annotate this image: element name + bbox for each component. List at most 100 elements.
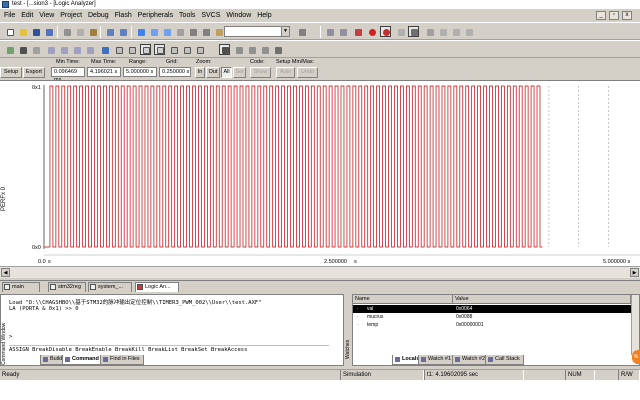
disassembly-button[interactable] xyxy=(126,44,137,55)
restore-button[interactable]: ▫ xyxy=(609,11,619,20)
menu-window[interactable]: Window xyxy=(226,9,251,22)
copy-button[interactable] xyxy=(74,26,85,37)
clear-bookmarks-button[interactable] xyxy=(174,26,185,37)
zoom-out-button[interactable]: Out xyxy=(206,67,220,78)
open-button[interactable] xyxy=(17,26,28,37)
reset-button[interactable] xyxy=(4,44,15,55)
memory-button[interactable] xyxy=(194,44,205,55)
nav-back-button[interactable] xyxy=(324,26,335,37)
zoom-in-button[interactable]: In xyxy=(195,67,205,78)
command-window-icon xyxy=(116,47,123,54)
setup-button[interactable]: Setup xyxy=(0,67,22,78)
tab-system[interactable]: system_... xyxy=(88,282,132,292)
tab-label: Call Stack xyxy=(495,356,520,362)
disassembly-icon xyxy=(129,47,136,54)
watch-row[interactable]: · mucrus 0x0088 xyxy=(353,313,631,321)
options-button[interactable] xyxy=(424,26,435,37)
next-bookmark-button[interactable] xyxy=(161,26,172,37)
outdent-button[interactable] xyxy=(200,26,211,37)
tab-watch-2[interactable]: Watch #2 xyxy=(452,355,490,365)
perf-analyzer-button[interactable] xyxy=(408,26,419,37)
outdent-icon xyxy=(203,29,210,36)
plot-scrollbar[interactable]: ◀ ▶ xyxy=(0,266,640,278)
bookmark-button[interactable] xyxy=(135,26,146,37)
tab-logic-analyzer[interactable]: Logic An... xyxy=(135,282,179,292)
undo-minmax-button[interactable]: Undo xyxy=(297,67,318,78)
chevron-down-icon: ▼ xyxy=(281,27,289,36)
paste-button[interactable] xyxy=(87,26,98,37)
command-input[interactable]: ASSIGN BreakDisable BreakEnable BreakKil… xyxy=(9,345,329,354)
run-button[interactable] xyxy=(17,44,28,55)
indent-button[interactable] xyxy=(187,26,198,37)
save-button[interactable] xyxy=(30,26,41,37)
menu-peripherals[interactable]: Peripherals xyxy=(138,9,173,22)
tab-command[interactable]: Command xyxy=(62,355,103,365)
redo-button[interactable] xyxy=(117,26,128,37)
stop-icon xyxy=(383,29,390,36)
call-stack-button[interactable] xyxy=(168,44,179,55)
serial-button[interactable] xyxy=(219,44,230,55)
step-into-button[interactable] xyxy=(45,44,56,55)
export-button[interactable]: Export xyxy=(23,67,45,78)
watch-button[interactable] xyxy=(181,44,192,55)
menu-tools[interactable]: Tools xyxy=(179,9,195,22)
show-next-button[interactable] xyxy=(99,44,110,55)
start-debug-button[interactable] xyxy=(352,26,363,37)
analysis-button[interactable] xyxy=(233,44,244,55)
scroll-left-icon[interactable]: ◀ xyxy=(1,268,10,277)
manage-button[interactable] xyxy=(450,26,461,37)
command-window-button[interactable] xyxy=(113,44,124,55)
minimize-button[interactable]: _ xyxy=(596,11,606,20)
run-to-cursor-button[interactable] xyxy=(84,44,95,55)
auto-button[interactable]: Auto xyxy=(276,67,295,78)
trace-button[interactable] xyxy=(246,44,257,55)
menu-help[interactable]: Help xyxy=(257,9,271,22)
tab-watch-1[interactable]: Watch #1 xyxy=(418,355,456,365)
tab-find-in-files[interactable]: Find in Files xyxy=(100,355,144,365)
extra-button[interactable] xyxy=(463,26,474,37)
system-viewer-button[interactable] xyxy=(259,44,270,55)
menu-file[interactable]: File xyxy=(4,9,15,22)
menu-flash[interactable]: Flash xyxy=(115,9,132,22)
new-file-button[interactable] xyxy=(4,26,15,37)
save-all-button[interactable] xyxy=(43,26,54,37)
breakpoint-button[interactable] xyxy=(366,26,377,37)
scroll-right-icon[interactable]: ▶ xyxy=(630,268,639,277)
find-combo[interactable]: ▼ xyxy=(224,26,290,37)
nav-forward-button[interactable] xyxy=(337,26,348,37)
close-button[interactable]: x xyxy=(622,11,632,20)
col-name-header[interactable]: Name xyxy=(353,295,453,304)
cut-button[interactable] xyxy=(61,26,72,37)
menu-svcs[interactable]: SVCS xyxy=(201,9,220,22)
watch-row[interactable]: · temp 0x00000001 xyxy=(353,321,631,329)
step-over-button[interactable] xyxy=(58,44,69,55)
symbols-button[interactable] xyxy=(140,44,151,55)
col-value-header[interactable]: Value xyxy=(453,295,631,304)
zoom-debug-button[interactable] xyxy=(380,26,391,37)
tab-main[interactable]: main xyxy=(2,282,40,292)
menu-edit[interactable]: Edit xyxy=(21,9,33,22)
x-tick-end: 5.000000 s xyxy=(603,259,630,265)
code-show-button[interactable]: Show xyxy=(250,67,271,78)
toolbox-button[interactable] xyxy=(272,44,283,55)
prev-bookmark-button[interactable] xyxy=(148,26,159,37)
menu-view[interactable]: View xyxy=(39,9,54,22)
logic-analyzer-plot[interactable]: PERFx 0 0x1 0x0 0.0 s 2.500000 s 5.00000… xyxy=(0,80,640,266)
undo-button[interactable] xyxy=(104,26,115,37)
find-button[interactable] xyxy=(296,26,307,37)
tab-stm32reg[interactable]: stm32reg xyxy=(48,282,86,292)
menu-debug[interactable]: Debug xyxy=(88,9,109,22)
registers-button[interactable] xyxy=(154,44,165,55)
window-layout-button[interactable] xyxy=(395,26,406,37)
notification-badge-icon[interactable]: % xyxy=(632,350,640,364)
target-button[interactable] xyxy=(437,26,448,37)
halt-button[interactable] xyxy=(30,44,41,55)
find-in-files-button[interactable] xyxy=(213,26,224,37)
menu-project[interactable]: Project xyxy=(60,9,82,22)
tab-call-stack[interactable]: Call Stack xyxy=(485,355,524,365)
watch-scrollbar[interactable] xyxy=(631,295,639,355)
watch-row[interactable]: · val 0x0064 xyxy=(353,305,631,313)
step-out-button[interactable] xyxy=(71,44,82,55)
zoom-sel-button[interactable]: Sel xyxy=(233,67,246,78)
zoom-all-button[interactable]: All xyxy=(221,67,232,78)
